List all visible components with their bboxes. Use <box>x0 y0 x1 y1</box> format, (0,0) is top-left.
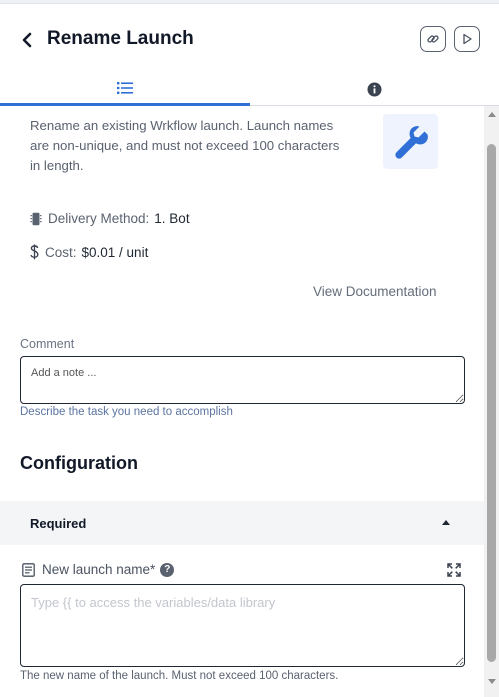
delivery-value: 1. Bot <box>154 211 190 226</box>
page-title: Rename Launch <box>47 28 194 49</box>
list-icon <box>117 81 133 94</box>
device-icon <box>30 212 42 226</box>
new-launch-name-label: New launch name* <box>42 562 156 577</box>
new-launch-name-label-row: New launch name* ? <box>22 562 175 577</box>
panel-header: Rename Launch <box>0 4 499 72</box>
wrench-icon <box>394 125 428 159</box>
comment-input[interactable] <box>20 356 465 404</box>
expand-field-button[interactable] <box>447 563 461 577</box>
required-section-label: Required <box>30 516 87 531</box>
help-icon[interactable]: ? <box>160 562 175 577</box>
delivery-method: Delivery Method: 1. Bot <box>30 211 190 226</box>
info-icon <box>367 82 382 96</box>
play-icon <box>463 33 472 45</box>
dollar-icon <box>30 244 39 260</box>
tool-icon-tile <box>383 114 438 169</box>
scrollbar-thumb[interactable] <box>487 144 496 662</box>
text-field-icon <box>22 562 35 577</box>
copy-link-button[interactable] <box>420 26 446 52</box>
details-panel: Rename an existing Wrkflow launch. Launc… <box>0 106 484 697</box>
required-section-toggle[interactable]: Required <box>0 501 484 545</box>
expand-icon <box>447 563 461 577</box>
configuration-heading: Configuration <box>20 453 138 473</box>
tool-description: Rename an existing Wrkflow launch. Launc… <box>30 118 340 173</box>
tab-info[interactable] <box>250 72 499 106</box>
scroll-down-arrow-icon[interactable] <box>488 679 496 684</box>
new-launch-name-input[interactable] <box>20 584 465 667</box>
cost-label: Cost: <box>45 244 77 260</box>
new-launch-name-help-text: The new name of the launch. Must not exc… <box>20 670 339 682</box>
back-button[interactable] <box>18 30 36 50</box>
scrollbar[interactable] <box>484 106 499 697</box>
run-button[interactable] <box>454 26 480 52</box>
view-documentation-link[interactable]: View Documentation <box>313 284 437 299</box>
caret-up-icon <box>442 520 450 525</box>
delivery-label: Delivery Method: <box>48 211 150 226</box>
link-icon <box>427 35 439 43</box>
cost-value: $0.01 / unit <box>81 244 149 260</box>
tab-bar <box>0 72 499 106</box>
comment-label: Comment <box>20 337 75 351</box>
scroll-up-arrow-icon[interactable] <box>488 112 496 117</box>
chevron-left-icon <box>22 32 32 48</box>
tab-details[interactable] <box>0 72 250 106</box>
cost: Cost: $0.01 / unit <box>30 244 148 260</box>
comment-help-text: Describe the task you need to accomplish <box>20 406 233 418</box>
